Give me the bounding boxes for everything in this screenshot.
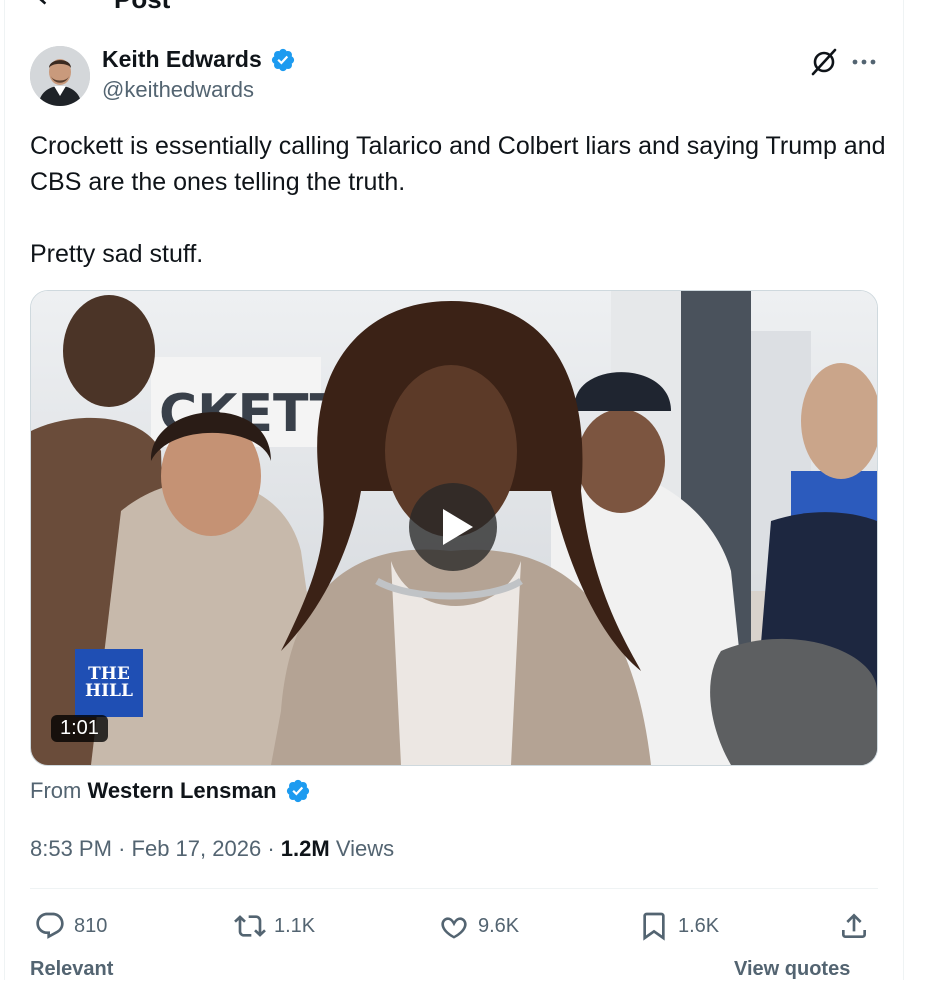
play-button[interactable] bbox=[409, 483, 497, 571]
attribution-prefix: From bbox=[30, 778, 82, 803]
verified-badge-icon bbox=[272, 48, 295, 71]
like-count: 9.6K bbox=[478, 914, 520, 937]
reply-count: 810 bbox=[74, 914, 108, 937]
author-info: Keith Edwards @keithedwards bbox=[102, 46, 296, 103]
divider bbox=[30, 888, 878, 889]
avatar[interactable] bbox=[30, 46, 90, 106]
reply-button[interactable]: 810 bbox=[34, 906, 107, 946]
tweet-paragraph: Crockett is essentially calling Talarico… bbox=[30, 132, 886, 196]
share-button[interactable] bbox=[838, 906, 878, 946]
action-bar: 810 1.1K 9.6K 1.6K bbox=[30, 906, 878, 946]
bookmark-button[interactable]: 1.6K bbox=[638, 906, 719, 946]
author-handle[interactable]: @keithedwards bbox=[102, 77, 296, 103]
grok-icon[interactable] bbox=[808, 46, 840, 78]
back-arrow-icon[interactable] bbox=[30, 0, 60, 12]
meta-separator: · bbox=[118, 836, 126, 861]
tweet-paragraph: Pretty sad stuff. bbox=[30, 240, 204, 268]
page-title: Post bbox=[114, 0, 170, 15]
bookmark-count: 1.6K bbox=[678, 914, 720, 937]
views-count: 1.2M bbox=[280, 836, 330, 861]
reply-icon bbox=[36, 912, 64, 939]
meta-separator: · bbox=[267, 836, 275, 861]
play-icon bbox=[443, 509, 473, 545]
video-duration: 1:01 bbox=[51, 715, 108, 742]
repost-button[interactable]: 1.1K bbox=[234, 906, 315, 946]
video-player[interactable]: CKETT THE HILL 1:01 bbox=[30, 290, 878, 766]
repost-icon bbox=[234, 915, 266, 937]
the-hill-logo: THE HILL bbox=[75, 649, 143, 717]
tweet-text: Crockett is essentially calling Talarico… bbox=[30, 128, 890, 272]
media-attribution: From Western Lensman bbox=[30, 778, 311, 804]
post-time[interactable]: 8:53 PM bbox=[30, 836, 112, 861]
author-name[interactable]: Keith Edwards bbox=[102, 46, 262, 73]
views-label: Views bbox=[335, 836, 395, 861]
bookmark-icon bbox=[643, 912, 665, 941]
repost-count: 1.1K bbox=[274, 914, 316, 937]
post-date[interactable]: Feb 17, 2026 bbox=[132, 836, 262, 861]
post-meta: 8:53 PM · Feb 17, 2026 · 1.2M Views bbox=[30, 836, 394, 862]
attribution-source-link[interactable]: Western Lensman bbox=[87, 778, 276, 803]
avatar-image bbox=[30, 46, 90, 106]
like-button[interactable]: 9.6K bbox=[438, 906, 519, 946]
share-icon bbox=[842, 913, 866, 938]
heart-icon bbox=[441, 917, 467, 939]
more-options-icon[interactable] bbox=[850, 50, 878, 74]
verified-badge-icon bbox=[286, 779, 309, 803]
